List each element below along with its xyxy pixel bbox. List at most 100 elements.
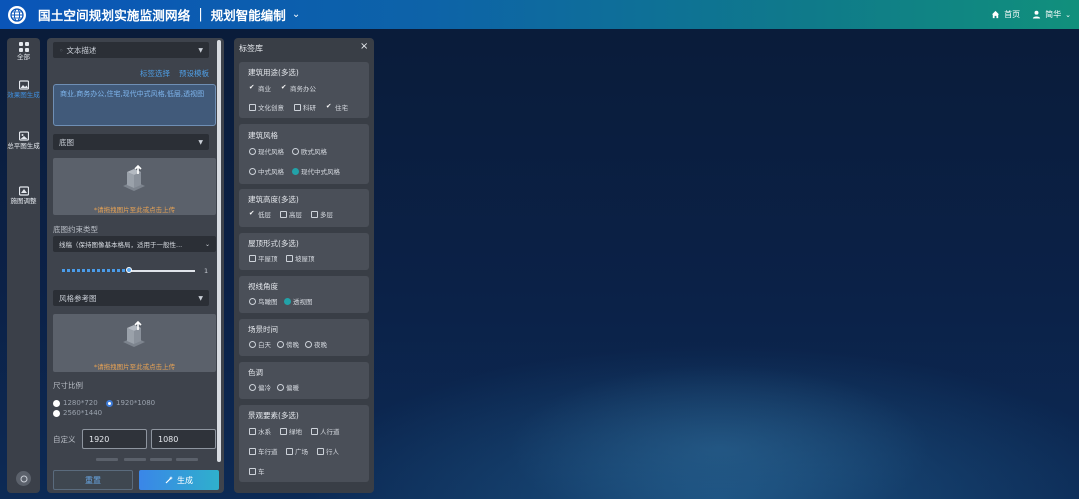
upload-icon — [123, 320, 145, 347]
tag-option[interactable]: 商务办公 — [281, 83, 316, 94]
tag-group-usage: 建筑用途(多选) 商业 商务办公 文化创意 科研 住宅 — [239, 62, 369, 118]
tag-option[interactable]: 坡屋顶 — [286, 253, 315, 263]
tag-option[interactable]: 住宅 — [326, 102, 348, 113]
tag-option-label: 车 — [258, 468, 265, 476]
radio-icon — [249, 340, 256, 348]
generate-button[interactable]: 生成 — [139, 470, 219, 490]
size-option-2560[interactable]: 2560*1440 — [53, 409, 102, 417]
base-image-upload[interactable]: *请拖拽图片至此或点击上传 — [53, 158, 216, 215]
radio-icon — [249, 167, 256, 175]
upload-hint: *请拖拽图片至此或点击上传 — [93, 206, 176, 214]
user-menu[interactable]: 简华 ⌄ — [1032, 9, 1071, 20]
radio-icon — [249, 297, 256, 305]
user-label: 简华 — [1045, 10, 1062, 19]
tag-option[interactable]: 鸟瞰图 — [249, 296, 278, 306]
tag-option[interactable]: 高层 — [280, 209, 302, 219]
radio-selected-icon — [292, 167, 299, 175]
chevron-down-icon[interactable]: ⌄ — [292, 9, 300, 20]
size-option-1280[interactable]: 1280*720 — [53, 399, 98, 407]
checkbox-checked-icon — [249, 83, 256, 92]
prompt-textarea[interactable]: 商业,商务办公,住宅,现代中式风格,低层,透视图 — [53, 84, 216, 126]
tag-option[interactable]: 偏冷 — [249, 382, 271, 392]
tag-option[interactable]: 偏暖 — [277, 382, 299, 392]
collapse-icon — [20, 475, 27, 482]
module-title[interactable]: 规划智能编制 — [211, 5, 286, 24]
text-desc-label: 文本描述 — [66, 45, 97, 55]
tag-option[interactable]: 欧式风格 — [292, 146, 327, 156]
tag-option[interactable]: 现代风格 — [249, 146, 284, 156]
tag-option[interactable]: 商业 — [249, 83, 271, 94]
radio-selected-icon — [106, 399, 113, 407]
globe-logo-icon — [8, 5, 26, 24]
rail-item-render[interactable]: 效果图生成 — [7, 80, 40, 99]
adjust-icon — [18, 186, 29, 196]
tag-option[interactable]: 广场 — [286, 446, 308, 456]
rail-label-adjust: 施图调整 — [10, 197, 37, 205]
radio-icon — [292, 147, 299, 155]
tag-option[interactable]: 中式风格 — [249, 166, 284, 176]
tag-option[interactable]: 科研 — [294, 102, 316, 112]
width-input[interactable]: 1920 — [82, 429, 147, 449]
title-separator: | — [198, 7, 203, 22]
tag-group-view: 视线角度 鸟瞰图 透视图 — [239, 276, 369, 313]
base-image-select[interactable]: 底图 ▼ — [53, 134, 209, 150]
checkbox-icon — [249, 103, 256, 111]
checkbox-icon — [280, 427, 287, 435]
user-chevron-icon: ⌄ — [1065, 10, 1071, 19]
tag-option[interactable]: 透视图 — [284, 296, 313, 306]
checkbox-icon — [249, 447, 256, 455]
reset-button[interactable]: 重置 — [53, 470, 133, 490]
close-icon[interactable]: × — [360, 41, 368, 52]
collapse-button[interactable] — [16, 471, 31, 486]
text-desc-select[interactable]: ◦ 文本描述 ▼ — [53, 42, 209, 58]
tag-select-link[interactable]: 标签选择 — [140, 68, 170, 79]
tag-option[interactable]: 水系 — [249, 426, 271, 436]
preset-template-link[interactable]: 预设模板 — [179, 68, 209, 79]
rail-item-adjust[interactable]: 施图调整 — [7, 186, 40, 205]
tag-option[interactable]: 行人 — [317, 446, 339, 456]
rail-label-render: 效果图生成 — [7, 91, 40, 99]
tag-option-label: 坡屋顶 — [295, 255, 315, 263]
checkbox-icon — [317, 447, 324, 455]
tag-library-title: 标签库 — [239, 44, 263, 53]
height-input[interactable]: 1080 — [151, 429, 216, 449]
tag-option[interactable]: 现代中式风格 — [292, 166, 340, 176]
rail-label-all: 全部 — [17, 53, 30, 61]
tag-option-label: 水系 — [258, 428, 271, 436]
constraint-label: 底图约束类型 — [53, 225, 98, 234]
constraint-select[interactable]: 线稿（保持图像基本格局，适用于一般性... ⌄ — [53, 236, 216, 252]
rail-item-masterplan[interactable]: 总平图生成 — [7, 131, 40, 150]
form-scrollbar[interactable] — [217, 40, 221, 462]
checkbox-checked-icon — [249, 209, 256, 218]
checkbox-icon — [311, 427, 318, 435]
constraint-value: 线稿（保持图像基本格局，适用于一般性... — [59, 241, 183, 249]
tag-option-label: 商务办公 — [290, 85, 316, 93]
tag-option-label: 现代风格 — [258, 148, 284, 156]
style-ref-upload[interactable]: *请拖拽图片至此或点击上传 — [53, 314, 216, 372]
tag-option[interactable]: 夜晚 — [305, 339, 327, 349]
tag-option[interactable]: 多层 — [311, 209, 333, 219]
radio-icon — [53, 409, 60, 417]
style-ref-select[interactable]: 风格参考图 ▼ — [53, 290, 209, 306]
radio-icon — [305, 340, 312, 348]
tag-option-label: 偏暖 — [286, 384, 299, 392]
tag-option[interactable]: 车行道 — [249, 446, 278, 456]
hidden-row-edge — [150, 458, 172, 461]
tag-option[interactable]: 人行道 — [311, 426, 340, 436]
home-link[interactable]: 首页 — [991, 9, 1020, 20]
tag-option[interactable]: 文化创意 — [249, 102, 284, 112]
tag-option[interactable]: 绿地 — [280, 426, 302, 436]
size-option-1920[interactable]: 1920*1080 — [106, 399, 155, 407]
tag-option-label: 傍晚 — [286, 341, 299, 349]
slider-thumb[interactable] — [126, 267, 132, 273]
rail-item-all[interactable]: 全部 — [7, 42, 40, 61]
tag-option-label: 科研 — [303, 104, 316, 112]
tag-option-label: 高层 — [289, 211, 302, 219]
tag-option[interactable]: 低层 — [249, 209, 271, 220]
tag-option[interactable]: 傍晚 — [277, 339, 299, 349]
tag-group-title: 景观要素(多选) — [248, 411, 299, 420]
tag-option[interactable]: 车 — [249, 466, 265, 476]
home-label: 首页 — [1004, 10, 1021, 19]
tag-option[interactable]: 平屋顶 — [249, 253, 278, 263]
tag-option[interactable]: 白天 — [249, 339, 271, 349]
